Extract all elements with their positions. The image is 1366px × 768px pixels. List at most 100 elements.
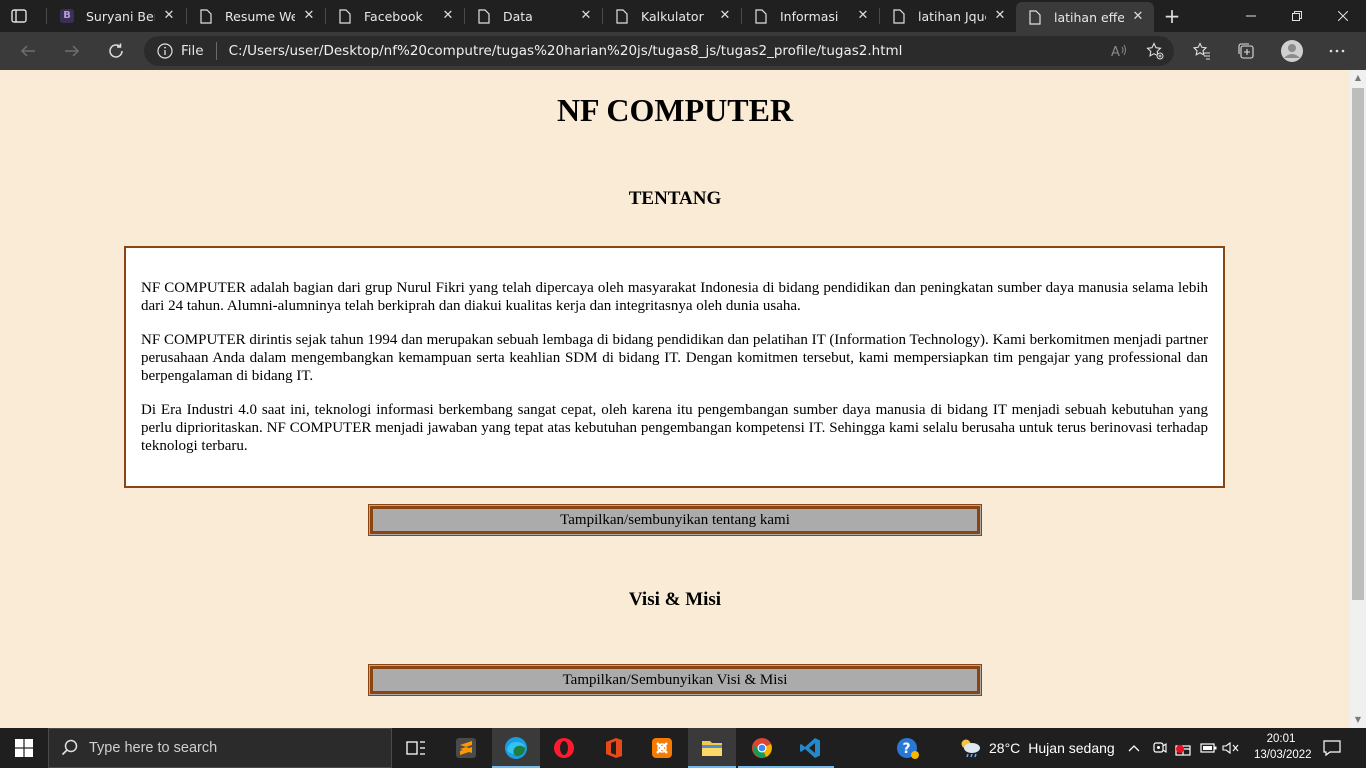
close-icon[interactable]: ✕: [161, 8, 177, 24]
close-icon[interactable]: ✕: [717, 8, 733, 24]
windows-logo-icon: [15, 739, 33, 757]
xampp-icon[interactable]: [638, 728, 686, 768]
page-icon: [754, 8, 768, 24]
page-icon: [1028, 9, 1042, 25]
weather-widget[interactable]: 28°C Hujan sedang: [958, 728, 1115, 768]
forward-button[interactable]: [57, 36, 87, 66]
tab-data[interactable]: Data ✕: [465, 0, 602, 32]
close-icon[interactable]: ✕: [301, 8, 317, 24]
gift-notification-icon[interactable]: [1174, 728, 1192, 768]
search-placeholder: Type here to search: [89, 740, 218, 756]
toggle-about-button[interactable]: Tampilkan/sembunyikan tentang kami: [368, 504, 982, 536]
windows-taskbar: Type here to search ? 28°C Hujan sedang: [0, 728, 1366, 768]
office-icon[interactable]: [590, 728, 638, 768]
file-explorer-icon[interactable]: [688, 728, 736, 768]
back-button[interactable]: [13, 36, 43, 66]
tab-latihan-jquery[interactable]: latihan Jquery ✕: [880, 0, 1016, 32]
minimize-icon: [1246, 15, 1256, 17]
tab-informasi[interactable]: Informasi ✕: [742, 0, 879, 32]
task-view-icon[interactable]: [392, 728, 440, 768]
close-icon[interactable]: ✕: [440, 8, 456, 24]
page-icon: [338, 8, 352, 24]
address-url[interactable]: C:/Users/user/Desktop/nf%20computre/tuga…: [229, 43, 903, 59]
toggle-about-label: Tampilkan/sembunyikan tentang kami: [560, 511, 790, 528]
notifications-icon[interactable]: [1322, 728, 1342, 768]
back-arrow-icon: [20, 45, 35, 57]
sublime-text-icon[interactable]: [442, 728, 490, 768]
refresh-button[interactable]: [101, 36, 131, 66]
tab-title: Resume Website: [225, 8, 295, 24]
tab-latihan-effect[interactable]: latihan effect ✕: [1016, 2, 1154, 32]
volume-muted-icon[interactable]: [1222, 728, 1240, 768]
tab-title: Kalkulator: [641, 8, 704, 24]
tab-facebook[interactable]: Facebook ✕: [326, 0, 464, 32]
about-content-box: NF COMPUTER adalah bagian dari grup Nuru…: [124, 246, 1225, 488]
restore-button[interactable]: [1274, 0, 1320, 32]
scroll-thumb[interactable]: [1352, 88, 1364, 600]
show-hidden-icons-icon[interactable]: [1128, 728, 1140, 768]
visi-misi-heading: Visi & Misi: [628, 589, 722, 610]
close-window-button[interactable]: [1320, 0, 1366, 32]
about-paragraph: Di Era Industri 4.0 saat ini, teknologi …: [141, 402, 1208, 454]
page-icon: [615, 8, 629, 24]
tab-title: Informasi: [780, 8, 839, 24]
tab-separator: [46, 8, 47, 24]
clock-time: 20:01: [1266, 733, 1296, 745]
start-button[interactable]: [0, 728, 48, 768]
svg-text:A: A: [1111, 45, 1120, 59]
svg-text:?: ?: [903, 741, 911, 757]
read-aloud-icon[interactable]: A: [1104, 36, 1134, 66]
scroll-down-icon[interactable]: ▼: [1350, 712, 1366, 728]
new-tab-button[interactable]: +: [1162, 6, 1182, 26]
about-paragraph: NF COMPUTER adalah bagian dari grup Nuru…: [141, 280, 1208, 314]
weather-temperature: 28°C: [989, 740, 1021, 756]
favorites-icon[interactable]: [1187, 36, 1217, 66]
weather-rain-icon: [961, 739, 980, 758]
address-bar[interactable]: File C:/Users/user/Desktop/nf%20computre…: [144, 36, 1174, 66]
tab-title: latihan Jquery: [918, 8, 986, 24]
close-icon[interactable]: ✕: [992, 8, 1008, 24]
info-icon[interactable]: [157, 43, 173, 59]
taskbar-search-input[interactable]: Type here to search: [48, 728, 392, 768]
close-icon[interactable]: ✕: [578, 8, 594, 24]
search-icon: [61, 739, 78, 756]
tab-title: Facebook: [364, 8, 423, 24]
toggle-visi-misi-button[interactable]: Tampilkan/Sembunyikan Visi & Misi: [368, 664, 982, 696]
battery-icon[interactable]: [1200, 728, 1218, 768]
close-window-icon: [1338, 11, 1348, 21]
clock-date: 13/03/2022: [1254, 749, 1312, 761]
browser-tab-strip: B Suryani Berutu ✕ Resume Website ✕ Face…: [0, 0, 1366, 32]
vscode-icon[interactable]: [786, 728, 834, 768]
forward-arrow-icon: [65, 45, 80, 57]
system-clock[interactable]: 20:01 13/03/2022: [1254, 731, 1312, 763]
address-divider: [215, 42, 217, 60]
browser-toolbar: File C:/Users/user/Desktop/nf%20computre…: [0, 32, 1366, 70]
page-icon: [892, 8, 906, 24]
close-icon[interactable]: ✕: [855, 8, 871, 24]
add-favorite-icon[interactable]: [1140, 36, 1170, 66]
weather-condition: Hujan sedang: [1028, 740, 1115, 756]
toggle-visi-misi-label: Tampilkan/Sembunyikan Visi & Misi: [562, 671, 788, 688]
collections-icon[interactable]: [1231, 36, 1261, 66]
tab-kalkulator[interactable]: Kalkulator ✕: [603, 0, 741, 32]
edge-icon[interactable]: [492, 728, 540, 768]
tab-actions-icon[interactable]: [10, 7, 28, 25]
page-icon: [477, 8, 491, 24]
vertical-scrollbar[interactable]: ▲ ▼: [1350, 70, 1366, 728]
meet-now-icon[interactable]: [1152, 728, 1168, 768]
scroll-up-icon[interactable]: ▲: [1350, 70, 1366, 86]
restore-icon: [1292, 11, 1302, 21]
about-paragraph: NF COMPUTER dirintis sejak tahun 1994 da…: [141, 332, 1208, 384]
minimize-button[interactable]: [1228, 0, 1274, 32]
tab-suryani[interactable]: B Suryani Berutu ✕: [48, 0, 185, 32]
more-menu-icon[interactable]: [1322, 36, 1352, 66]
chrome-icon[interactable]: [738, 728, 786, 768]
about-heading: TENTANG: [628, 188, 722, 209]
tab-title: Suryani Berutu: [86, 8, 155, 24]
opera-icon[interactable]: [540, 728, 588, 768]
tab-resume[interactable]: Resume Website ✕: [187, 0, 325, 32]
close-icon[interactable]: ✕: [1130, 9, 1146, 25]
help-icon[interactable]: ?: [896, 728, 920, 768]
refresh-icon: [109, 43, 123, 58]
profile-avatar-icon[interactable]: [1277, 36, 1307, 66]
